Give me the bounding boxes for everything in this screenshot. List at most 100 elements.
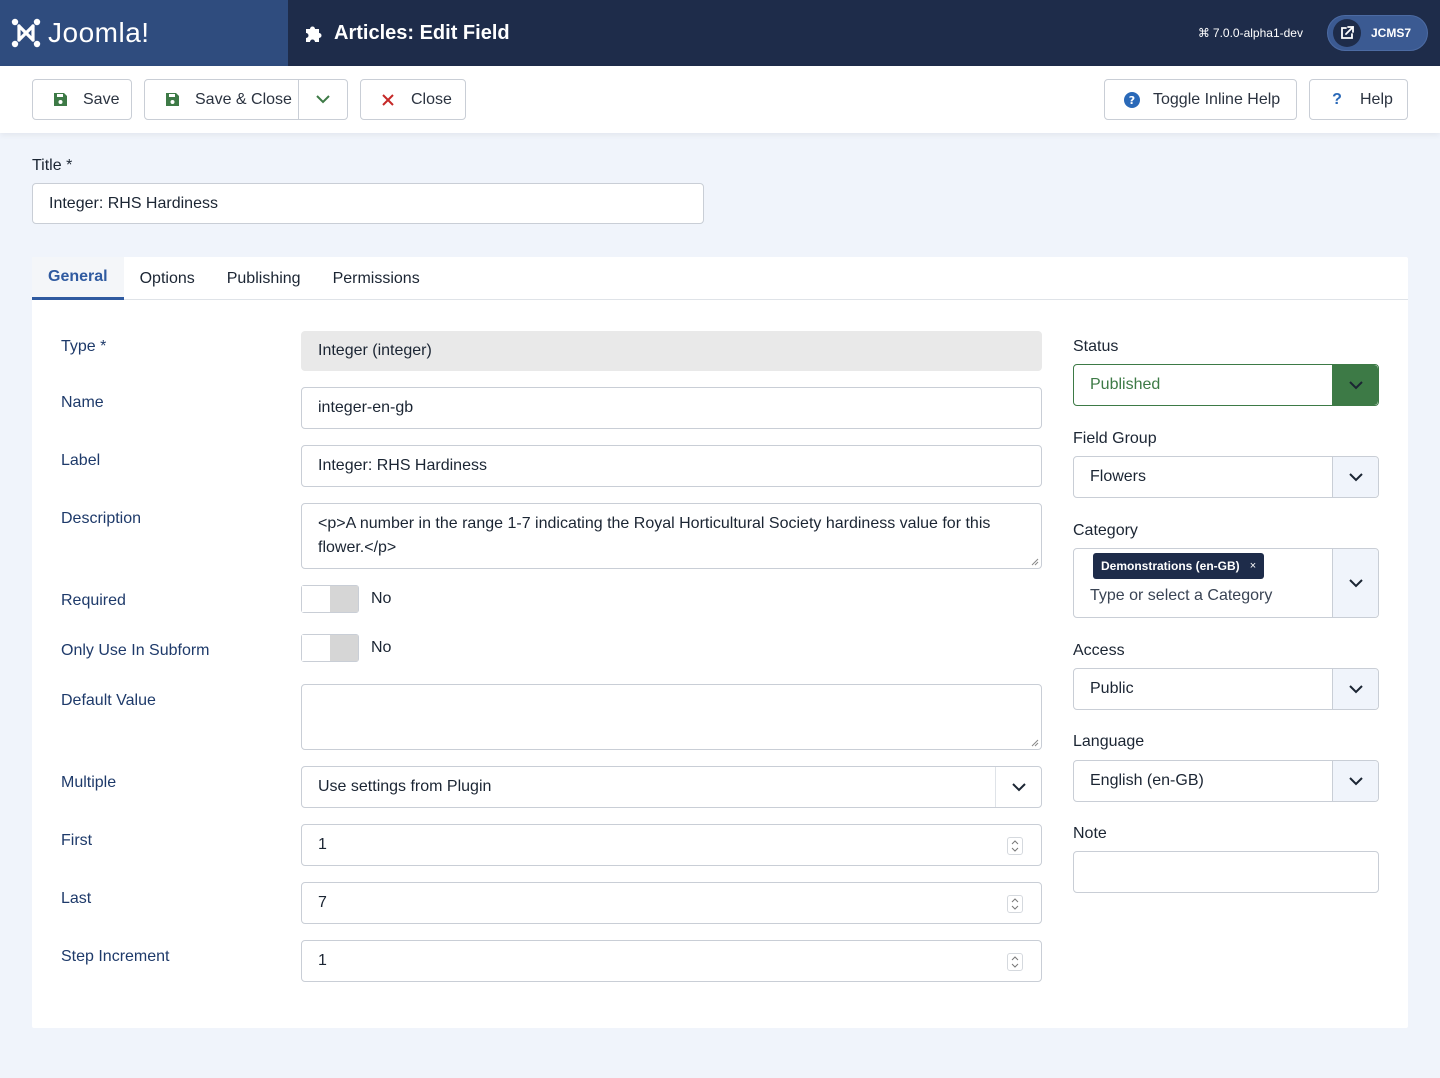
required-label: Required [61, 592, 126, 609]
logo-text: Joomla! [48, 17, 150, 48]
toggle-inline-help-button[interactable]: ? Toggle Inline Help [1104, 79, 1297, 120]
multiple-label: Multiple [61, 774, 117, 791]
access-value: Public [1090, 680, 1134, 697]
note-input[interactable] [1073, 851, 1379, 893]
language-label: Language [1073, 733, 1145, 750]
step-value: 1 [318, 952, 327, 969]
step-number-input[interactable]: 1 [301, 940, 1042, 982]
chevron-down-icon [1332, 549, 1378, 617]
tab-bar: General Options Publishing Permissions [32, 257, 1408, 300]
tab-options[interactable]: Options [124, 257, 211, 300]
toolbar: Save Save & Close Close ? Toggle Inline … [0, 66, 1440, 133]
last-number-input[interactable]: 7 [301, 882, 1042, 924]
floppy-disk-icon [51, 91, 69, 109]
field-group-select[interactable]: Flowers [1073, 456, 1379, 498]
access-label: Access [1073, 642, 1125, 659]
floppy-disk-icon [163, 91, 181, 109]
help-button[interactable]: ? Help [1309, 79, 1408, 120]
help-label: Help [1360, 90, 1393, 108]
chevron-down-icon [1332, 365, 1378, 405]
chevron-down-icon [1332, 761, 1378, 801]
note-label: Note [1073, 825, 1107, 842]
name-input[interactable]: integer-en-gb [301, 387, 1042, 429]
question-mark-icon: ? [1332, 90, 1342, 108]
first-number-input[interactable]: 1 [301, 824, 1042, 866]
page-title-text: Articles: Edit Field [334, 21, 510, 44]
description-label: Description [61, 510, 142, 527]
puzzle-icon [306, 26, 322, 42]
name-label: Name [61, 394, 104, 411]
save-label: Save [83, 90, 120, 108]
multiple-value: Use settings from Plugin [318, 778, 492, 795]
tab-publishing[interactable]: Publishing [211, 257, 317, 300]
tab-permissions[interactable]: Permissions [317, 257, 436, 300]
remove-chip-icon[interactable]: × [1250, 560, 1256, 572]
type-label: Type * [61, 338, 107, 355]
first-value: 1 [318, 836, 327, 853]
language-select[interactable]: English (en-GB) [1073, 760, 1379, 802]
close-button[interactable]: Close [360, 79, 466, 120]
title-input[interactable] [32, 183, 704, 224]
chevron-down-icon [995, 767, 1041, 807]
tab-general[interactable]: General [32, 257, 124, 300]
label-label: Label [61, 452, 101, 469]
save-options-dropdown[interactable] [299, 80, 347, 119]
default-value-label: Default Value [61, 692, 156, 709]
required-value: No [371, 590, 392, 607]
resize-handle-icon[interactable] [1029, 737, 1039, 747]
language-value: English (en-GB) [1090, 772, 1204, 789]
required-switch[interactable] [301, 585, 359, 613]
step-label: Step Increment [61, 948, 170, 965]
app-header: Joomla! Articles: Edit Field ⌘ 7.0.0-alp… [0, 0, 1440, 66]
name-value: integer-en-gb [318, 399, 414, 416]
resize-handle-icon[interactable] [1029, 556, 1039, 566]
subform-value: No [371, 639, 392, 656]
access-select[interactable]: Public [1073, 668, 1379, 710]
subform-label: Only Use In Subform [61, 642, 210, 659]
status-value: Published [1090, 376, 1161, 393]
chevron-down-icon [316, 95, 330, 104]
site-name: JCMS7 [1370, 26, 1411, 40]
save-close-group: Save & Close [144, 79, 348, 120]
default-value-textarea[interactable] [301, 684, 1042, 750]
save-close-button[interactable]: Save & Close [145, 80, 299, 119]
edit-form-card: General Options Publishing Permissions T… [32, 257, 1408, 1028]
type-value: Integer (integer) [318, 342, 432, 359]
chevron-down-icon [1332, 457, 1378, 497]
version-text: 7.0.0-alpha1-dev [1212, 26, 1303, 40]
save-button[interactable]: Save [32, 79, 132, 120]
subform-switch[interactable] [301, 634, 359, 662]
toggle-help-label: Toggle Inline Help [1153, 90, 1281, 108]
multiple-select[interactable]: Use settings from Plugin [301, 766, 1042, 808]
close-x-icon [379, 91, 397, 109]
title-label: Title * [32, 157, 73, 174]
description-value: <p>A number in the range 1-7 indicating … [318, 515, 991, 556]
save-close-label: Save & Close [195, 90, 292, 108]
type-field: Integer (integer) [301, 331, 1042, 371]
category-label: Category [1073, 522, 1138, 539]
number-spinner-icon[interactable] [1007, 895, 1023, 913]
external-link-icon [1332, 19, 1361, 47]
label-value: Integer: RHS Hardiness [318, 457, 487, 474]
logo[interactable]: Joomla! [0, 0, 288, 66]
status-label: Status [1073, 338, 1119, 355]
question-circle-icon: ? [1123, 91, 1141, 109]
svg-text:?: ? [1129, 94, 1135, 107]
number-spinner-icon[interactable] [1007, 953, 1023, 971]
joomla-logo-icon [11, 18, 41, 48]
category-select[interactable]: Demonstrations (en-GB) × Type or select … [1073, 548, 1379, 618]
label-input[interactable]: Integer: RHS Hardiness [301, 445, 1042, 487]
site-link-button[interactable]: JCMS7 [1326, 15, 1428, 51]
category-chip: Demonstrations (en-GB) × [1093, 553, 1265, 579]
chevron-down-icon [1332, 669, 1378, 709]
last-value: 7 [318, 894, 327, 911]
number-spinner-icon[interactable] [1007, 837, 1023, 855]
page-title: Articles: Edit Field [304, 22, 510, 45]
close-label: Close [411, 90, 452, 108]
version-info: ⌘ 7.0.0-alpha1-dev [1198, 26, 1303, 40]
first-label: First [61, 832, 93, 849]
status-select[interactable]: Published [1073, 364, 1379, 406]
joomla-small-icon: ⌘ [1197, 26, 1210, 40]
field-group-value: Flowers [1090, 468, 1147, 485]
description-textarea[interactable]: <p>A number in the range 1-7 indicating … [301, 503, 1042, 569]
